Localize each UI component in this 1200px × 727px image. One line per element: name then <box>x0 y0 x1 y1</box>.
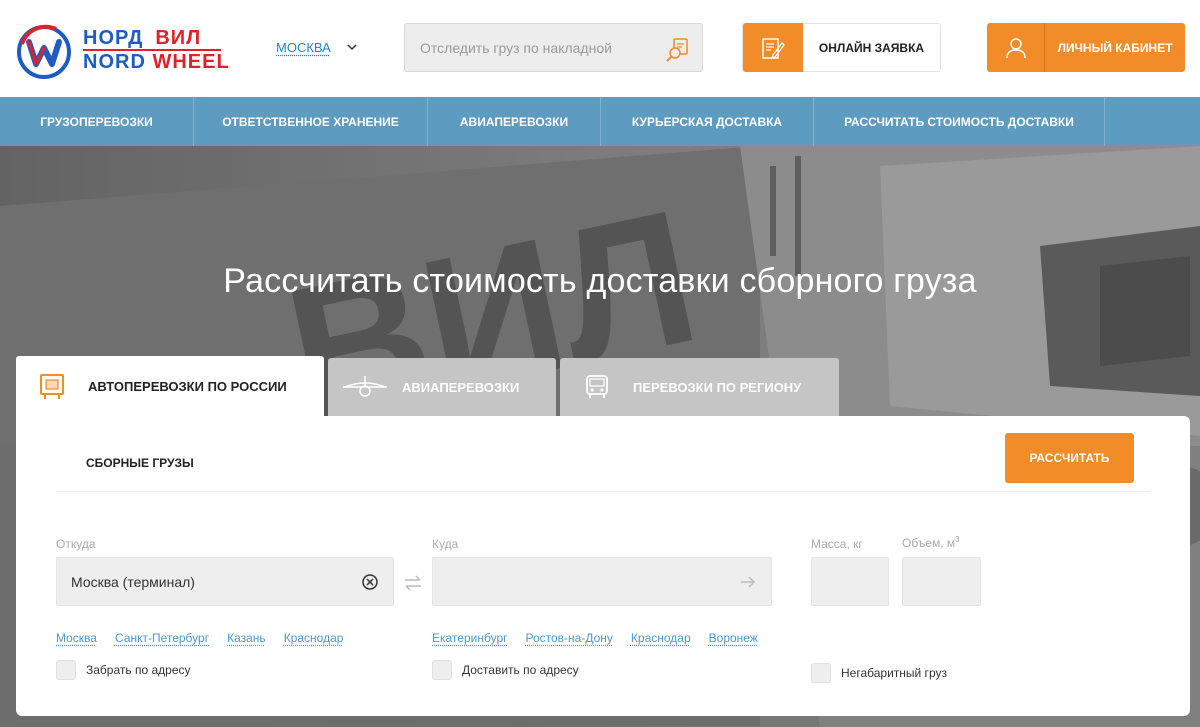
personal-cabinet-button[interactable]: ЛИЧНЫЙ КАБИНЕТ <box>987 23 1185 72</box>
nav-item-storage[interactable]: ОТВЕТСТВЕННОЕ ХРАНЕНИЕ <box>194 97 428 146</box>
nord-wheel-logo[interactable]: НОРД ВИЛ NORD WHEEL <box>16 22 230 79</box>
from-quick-city[interactable]: Казань <box>227 631 266 645</box>
tab-icon-wrap <box>16 372 88 400</box>
hero-section: ВИЛ Рассчитать стоимость доставки сборно… <box>0 146 1200 727</box>
user-icon-box <box>987 23 1045 72</box>
to-quick-city[interactable]: Екатеринбург <box>432 631 508 645</box>
from-input[interactable] <box>57 558 393 605</box>
tab-region[interactable]: ПЕРЕВОЗКИ ПО РЕГИОНУ <box>560 358 839 416</box>
track-cargo-input[interactable] <box>405 24 655 71</box>
logo-text: НОРД ВИЛ NORD WHEEL <box>83 27 230 73</box>
online-order-label: ОНЛАЙН ЗАЯВКА <box>818 40 925 55</box>
tab-air[interactable]: АВИАПЕРЕВОЗКИ <box>328 358 556 416</box>
from-quick-city[interactable]: Санкт-Петербург <box>115 631 209 645</box>
tab-icon-wrap <box>560 374 633 400</box>
subtab-consolidated[interactable]: СБОРНЫЕ ГРУЗЫ <box>86 456 194 470</box>
volume-field <box>902 557 981 606</box>
tab-region-label: ПЕРЕВОЗКИ ПО РЕГИОНУ <box>633 379 802 395</box>
volume-label-text: Объем, м <box>902 536 956 550</box>
to-quick-city[interactable]: Воронеж <box>709 631 758 645</box>
logo-w-icon <box>17 24 71 79</box>
main-nav: ГРУЗОПЕРЕВОЗКИ ОТВЕТСТВЕННОЕ ХРАНЕНИЕ АВ… <box>0 97 1200 146</box>
from-quick-city[interactable]: Москва <box>56 631 97 645</box>
pickup-address-label: Забрать по адресу <box>86 663 191 677</box>
oversize-checkbox[interactable]: Негабаритный груз <box>811 663 947 683</box>
city-selector[interactable]: МОСКВА <box>276 40 331 55</box>
from-field <box>56 557 394 606</box>
calculate-button[interactable]: РАССЧИТАТЬ <box>1005 433 1134 483</box>
pickup-address-checkbox[interactable]: Забрать по адресу <box>56 660 191 680</box>
logo-word-vil-ru: ВИЛ <box>155 27 202 49</box>
to-quick-city[interactable]: Ростов-на-Дону <box>526 631 613 645</box>
divider <box>56 491 1150 492</box>
mass-label: Масса, кг <box>811 537 863 551</box>
to-label: Куда <box>432 537 459 551</box>
from-quick-city[interactable]: Краснодар <box>284 631 344 645</box>
nav-item-calculate[interactable]: РАССЧИТАТЬ СТОИМОСТЬ ДОСТАВКИ <box>814 97 1105 146</box>
chevron-down-icon[interactable] <box>345 40 359 54</box>
bus-icon <box>585 375 608 398</box>
track-cargo-box <box>404 23 703 72</box>
online-order-button[interactable]: ОНЛАЙН ЗАЯВКА <box>742 23 941 72</box>
user-icon <box>1005 37 1026 58</box>
edit-document-icon <box>762 37 785 59</box>
page-title: Рассчитать стоимость доставки сборного г… <box>223 262 977 300</box>
delivery-address-checkbox[interactable]: Доставить по адресу <box>432 660 579 680</box>
to-quick-city[interactable]: Краснодар <box>631 631 691 645</box>
personal-cabinet-label: ЛИЧНЫЙ КАБИНЕТ <box>1057 40 1173 55</box>
from-label: Откуда <box>56 537 96 551</box>
truck-cargo-icon <box>40 374 64 399</box>
nav-item-courier[interactable]: КУРЬЕРСКАЯ ДОСТАВКА <box>601 97 814 146</box>
from-quick-links: Москва Санкт-Петербург Казань Краснодар <box>56 631 343 645</box>
volume-label-sup: 3 <box>955 535 960 544</box>
swap-direction-icon[interactable] <box>402 572 424 594</box>
to-input[interactable] <box>433 558 771 605</box>
to-field <box>432 557 772 606</box>
airplane-icon <box>343 376 387 397</box>
checkbox-box[interactable] <box>56 660 76 680</box>
tab-russia-road[interactable]: АВТОПЕРЕВОЗКИ ПО РОССИИ <box>16 356 324 416</box>
logo-word-nord-ru: НОРД <box>83 27 144 49</box>
site-header: НОРД ВИЛ NORD WHEEL МОСКВА Отследить гру… <box>0 0 1200 97</box>
tab-russia-road-label: АВТОПЕРЕВОЗКИ ПО РОССИИ <box>88 378 287 394</box>
volume-input[interactable] <box>903 558 980 605</box>
logo-word-nord-en: NORD <box>83 51 146 73</box>
to-quick-links: Екатеринбург Ростов-на-Дону Краснодар Во… <box>432 631 758 645</box>
checkbox-box[interactable] <box>811 663 831 683</box>
tab-icon-wrap <box>328 374 402 400</box>
oversize-label: Негабаритный груз <box>841 666 947 680</box>
mass-input[interactable] <box>812 558 888 605</box>
delivery-address-label: Доставить по адресу <box>462 663 579 677</box>
order-form-icon-box <box>743 23 803 72</box>
tab-air-label: АВИАПЕРЕВОЗКИ <box>402 379 520 395</box>
logo-word-wheel-en: WHEEL <box>152 51 230 73</box>
nav-item-cargo[interactable]: ГРУЗОПЕРЕВОЗКИ <box>0 97 194 146</box>
nav-item-air[interactable]: АВИАПЕРЕВОЗКИ <box>428 97 601 146</box>
arrow-right-icon[interactable] <box>739 574 757 590</box>
clear-icon[interactable] <box>361 573 379 591</box>
volume-label: Объем, м3 <box>902 535 960 550</box>
search-document-icon[interactable] <box>665 36 691 62</box>
mass-field <box>811 557 889 606</box>
checkbox-box[interactable] <box>432 660 452 680</box>
